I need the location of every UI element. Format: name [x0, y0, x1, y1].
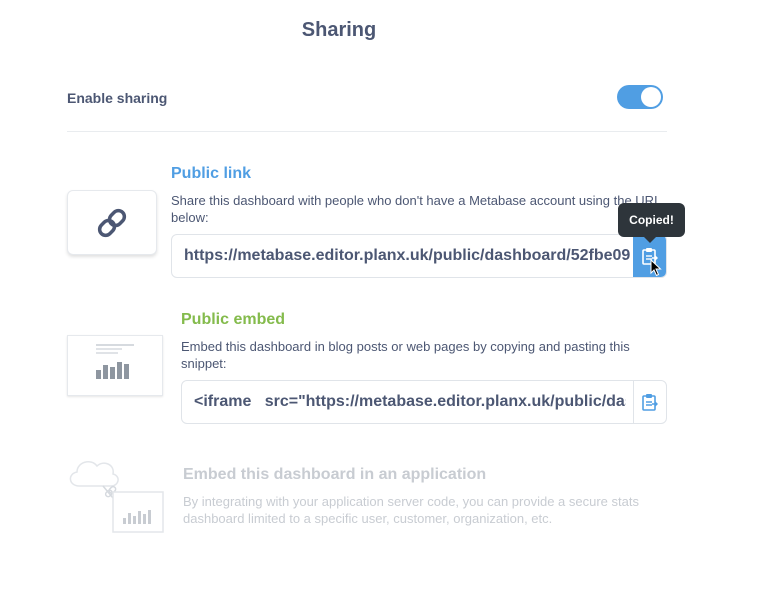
app-embed-description: By integrating with your application ser…	[183, 494, 639, 526]
enable-sharing-label: Enable sharing	[67, 90, 168, 106]
embed-snippet-field[interactable]: <iframe src="https://metabase.editor.pla…	[181, 380, 667, 424]
public-link-url[interactable]: https://metabase.editor.planx.uk/public/…	[184, 247, 630, 265]
copy-snippet-button[interactable]	[633, 381, 666, 423]
public-link-illustration	[67, 190, 157, 255]
public-embed-title: Public embed	[181, 311, 286, 328]
embed-chart-icon	[96, 344, 134, 379]
public-link-url-field[interactable]: https://metabase.editor.planx.uk/public/…	[171, 234, 667, 278]
enable-sharing-toggle[interactable]	[617, 85, 663, 109]
mouse-pointer-icon	[650, 259, 662, 277]
embed-snippet[interactable]: <iframe src="https://metabase.editor.pla…	[194, 393, 626, 411]
copied-tooltip: Copied!	[618, 203, 685, 237]
public-link-description: Share this dashboard with people who don…	[171, 193, 661, 225]
app-embed-title[interactable]: Embed this dashboard in an application	[183, 466, 486, 484]
clipboard-icon	[642, 394, 658, 411]
link-icon	[97, 208, 127, 237]
app-embed-illustration	[69, 461, 164, 533]
public-embed-description: Embed this dashboard in blog posts or we…	[181, 339, 630, 371]
page-title: Sharing	[301, 19, 377, 41]
public-embed-illustration	[67, 335, 163, 396]
divider	[67, 131, 667, 132]
tooltip-arrow	[644, 237, 656, 243]
public-link-title: Public link	[171, 165, 252, 182]
toggle-knob	[641, 87, 661, 107]
